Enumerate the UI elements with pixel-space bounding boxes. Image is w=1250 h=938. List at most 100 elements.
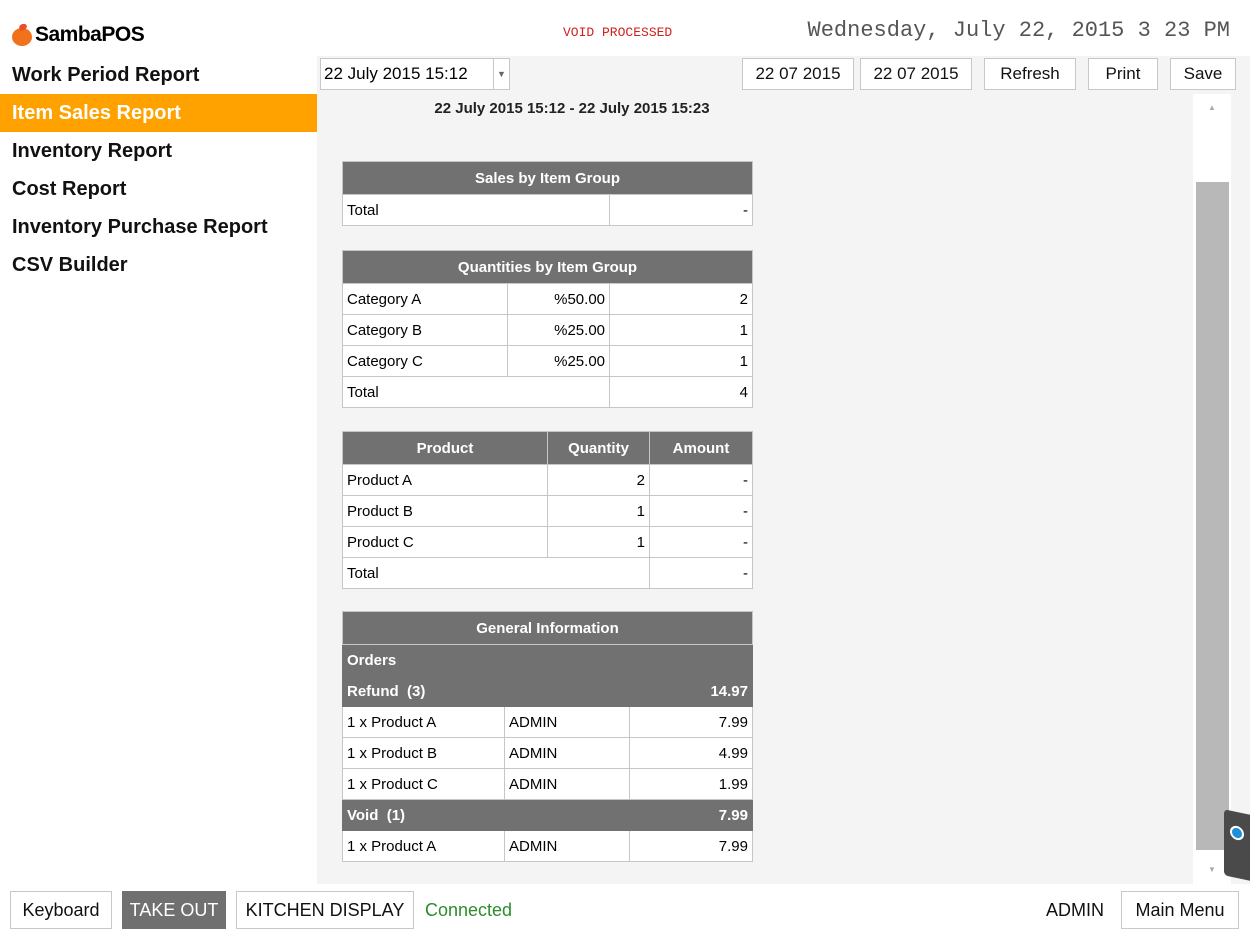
report-panel: 22 July 2015 15:12 ▼ 22 07 2015 22 07 20… — [317, 56, 1250, 884]
total-value: - — [649, 557, 753, 589]
current-user: ADMIN — [1046, 900, 1104, 920]
work-period-value: 22 July 2015 15:12 — [324, 64, 468, 83]
sidebar-item-inventory-purchase-report[interactable]: Inventory Purchase Report — [0, 208, 317, 246]
table-title: General Information — [342, 611, 753, 645]
total-label: Total — [342, 194, 610, 226]
sidebar-item-inventory-report[interactable]: Inventory Report — [0, 132, 317, 170]
table-title: Sales by Item Group — [342, 161, 753, 195]
total-label: Total — [342, 557, 650, 589]
current-datetime: Wednesday, July 22, 2015 3 23 PM — [807, 18, 1230, 43]
order-user: ADMIN — [504, 706, 630, 738]
sidebar-item-item-sales-report[interactable]: Item Sales Report — [0, 94, 317, 132]
table-row: Category C %25.00 1 — [342, 345, 753, 377]
start-date-field[interactable]: 22 07 2015 — [742, 58, 854, 90]
order-amount: 7.99 — [629, 706, 753, 738]
header-bar: SambaPOS VOID PROCESSED Wednesday, July … — [0, 0, 1250, 56]
category-qty: 2 — [609, 283, 753, 315]
logo-mark-icon — [10, 22, 34, 46]
teamviewer-icon — [1230, 824, 1244, 842]
order-item: 1 x Product C — [342, 768, 505, 800]
column-header-quantity: Quantity — [547, 431, 650, 465]
product-amount: - — [649, 495, 753, 527]
remote-support-tab[interactable] — [1224, 809, 1250, 881]
orders-section-row: Orders — [342, 644, 753, 676]
order-item: 1 x Product B — [342, 737, 505, 769]
product-amount: - — [649, 464, 753, 496]
void-group-row: Void (1) 7.99 — [342, 799, 753, 831]
report-scrollbar[interactable]: ▲ ▼ — [1193, 94, 1231, 884]
chevron-down-icon[interactable]: ▼ — [493, 59, 509, 89]
print-button[interactable]: Print — [1088, 58, 1158, 90]
order-amount: 7.99 — [629, 830, 753, 862]
table-row: Product B 1 - — [342, 495, 753, 527]
product-qty: 1 — [547, 526, 650, 558]
status-message: VOID PROCESSED — [563, 25, 673, 40]
work-period-select[interactable]: 22 July 2015 15:12 ▼ — [320, 58, 510, 90]
order-item: 1 x Product A — [342, 706, 505, 738]
total-value: - — [609, 194, 753, 226]
bottom-bar: Keyboard TAKE OUT KITCHEN DISPLAY Connec… — [0, 884, 1250, 938]
sidebar-item-csv-builder[interactable]: CSV Builder — [0, 246, 317, 284]
category-name: Category A — [342, 283, 508, 315]
connection-status: Connected — [425, 900, 513, 920]
void-label: Void (1) — [342, 799, 630, 831]
void-total: 7.99 — [629, 799, 753, 831]
sidebar-item-cost-report[interactable]: Cost Report — [0, 170, 317, 208]
order-user: ADMIN — [504, 768, 630, 800]
sambapos-logo: SambaPOS — [10, 20, 145, 50]
keyboard-button[interactable]: Keyboard — [10, 891, 112, 929]
report-date-range: 22 July 2015 15:12 - 22 July 2015 15:23 — [434, 100, 710, 117]
table-row: 1 x Product A ADMIN 7.99 — [342, 706, 753, 738]
refund-group-row: Refund (3) 14.97 — [342, 675, 753, 707]
order-amount: 4.99 — [629, 737, 753, 769]
category-name: Category B — [342, 314, 508, 346]
column-header-product: Product — [342, 431, 548, 465]
table-title: Quantities by Item Group — [342, 250, 753, 284]
refund-label: Refund (3) — [342, 675, 630, 707]
table-row: Total - — [342, 194, 753, 226]
scrollbar-thumb[interactable] — [1196, 182, 1229, 850]
category-qty: 1 — [609, 345, 753, 377]
end-date-field[interactable]: 22 07 2015 — [860, 58, 972, 90]
table-row: Product C 1 - — [342, 526, 753, 558]
table-row: 1 x Product C ADMIN 1.99 — [342, 768, 753, 800]
main-menu-button[interactable]: Main Menu — [1121, 891, 1239, 929]
general-information-table: General Information Orders Refund (3) 14… — [342, 611, 753, 862]
refresh-button[interactable]: Refresh — [984, 58, 1076, 90]
category-percent: %50.00 — [507, 283, 610, 315]
table-row: 1 x Product B ADMIN 4.99 — [342, 737, 753, 769]
product-name: Product C — [342, 526, 548, 558]
table-row: Total 4 — [342, 376, 753, 408]
save-button[interactable]: Save — [1170, 58, 1236, 90]
total-label: Total — [342, 376, 610, 408]
table-row: Total - — [342, 557, 753, 589]
product-amount: - — [649, 526, 753, 558]
product-name: Product A — [342, 464, 548, 496]
scroll-up-arrow-icon[interactable]: ▲ — [1193, 94, 1231, 122]
kitchen-display-button[interactable]: KITCHEN DISPLAY — [236, 891, 414, 929]
orders-label: Orders — [342, 644, 753, 676]
column-header-amount: Amount — [649, 431, 753, 465]
category-percent: %25.00 — [507, 345, 610, 377]
order-amount: 1.99 — [629, 768, 753, 800]
sidebar-item-work-period-report[interactable]: Work Period Report — [0, 56, 317, 94]
take-out-button[interactable]: TAKE OUT — [122, 891, 226, 929]
table-row: Category B %25.00 1 — [342, 314, 753, 346]
order-user: ADMIN — [504, 830, 630, 862]
order-user: ADMIN — [504, 737, 630, 769]
category-percent: %25.00 — [507, 314, 610, 346]
sales-by-item-group-table: Sales by Item Group Total - — [342, 161, 753, 226]
refund-total: 14.97 — [629, 675, 753, 707]
total-value: 4 — [609, 376, 753, 408]
product-name: Product B — [342, 495, 548, 527]
report-sidebar: Work Period Report Item Sales Report Inv… — [0, 56, 317, 884]
table-row: Product A 2 - — [342, 464, 753, 496]
app-name: SambaPOS — [35, 23, 145, 46]
product-qty: 1 — [547, 495, 650, 527]
product-sales-table: Product Quantity Amount Product A 2 - Pr… — [342, 431, 753, 589]
table-row: 1 x Product A ADMIN 7.99 — [342, 830, 753, 862]
quantities-by-item-group-table: Quantities by Item Group Category A %50.… — [342, 250, 753, 408]
category-name: Category C — [342, 345, 508, 377]
report-toolbar: 22 July 2015 15:12 ▼ 22 07 2015 22 07 20… — [317, 56, 1250, 94]
category-qty: 1 — [609, 314, 753, 346]
